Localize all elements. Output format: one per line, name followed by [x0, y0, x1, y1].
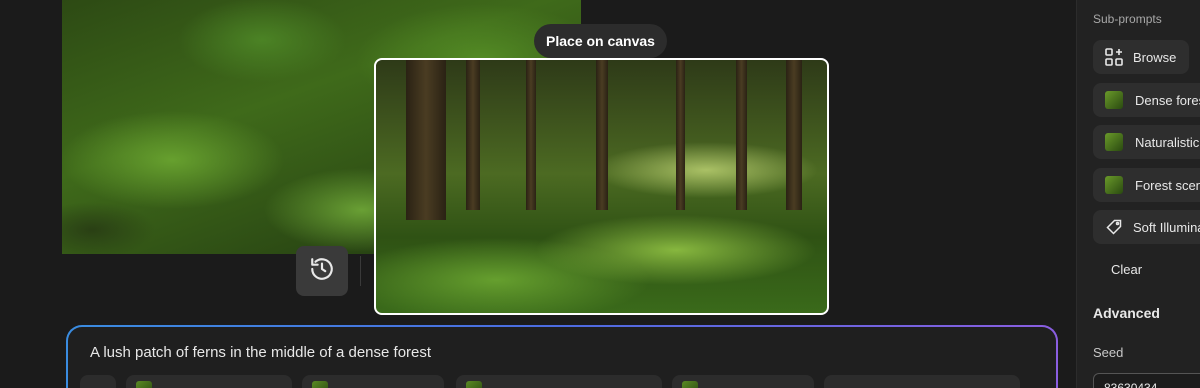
subprompt-item-forest-scene[interactable]: Forest scene: [1093, 168, 1200, 202]
place-on-canvas-button[interactable]: Place on canvas: [534, 24, 667, 58]
chip-soft-illumination[interactable]: [824, 375, 1020, 388]
tree-trunk: [526, 60, 536, 210]
subprompt-label: Dense forest: [1135, 92, 1200, 108]
prompt-input[interactable]: A lush patch of ferns in the middle of a…: [90, 344, 431, 361]
tree-trunk: [466, 60, 480, 210]
clear-button[interactable]: Clear: [1111, 262, 1142, 277]
seed-input[interactable]: [1093, 373, 1200, 388]
history-button[interactable]: [296, 246, 348, 296]
tag-icon: [1105, 218, 1123, 236]
tree-trunk: [676, 60, 685, 210]
advanced-heading[interactable]: Advanced: [1093, 305, 1160, 321]
subprompt-item-soft-illumination[interactable]: Soft Illumination: [1093, 210, 1200, 244]
canvas-area: Place on canvas A lush patch of ferns in…: [0, 0, 1076, 388]
generated-image-selected[interactable]: [374, 58, 829, 315]
subprompt-label: Forest scene: [1135, 177, 1200, 193]
subprompt-item-naturalistic[interactable]: Naturalistic: [1093, 125, 1200, 159]
subprompts-heading: Sub-prompts: [1093, 12, 1162, 26]
subprompt-label: Naturalistic: [1135, 134, 1200, 150]
tree-trunk: [596, 60, 608, 210]
chip-forest[interactable]: [672, 375, 814, 388]
thumbnail: [1105, 91, 1123, 109]
thumbnail: [1105, 133, 1123, 151]
chip-naturalistic[interactable]: [302, 375, 444, 388]
tree-trunk: [786, 60, 802, 210]
subprompt-item-dense-forest[interactable]: Dense forest: [1093, 83, 1200, 117]
thumbnail: [1105, 176, 1123, 194]
chip-dense-forest[interactable]: [126, 375, 292, 388]
chip-tag[interactable]: [80, 375, 116, 388]
prompt-box[interactable]: A lush patch of ferns in the middle of a…: [66, 325, 1058, 388]
history-icon: [309, 256, 335, 287]
browse-button[interactable]: Browse: [1093, 40, 1189, 74]
subprompt-label: Soft Illumination: [1133, 219, 1200, 235]
toolbar-divider: [360, 256, 361, 286]
browse-label: Browse: [1133, 49, 1177, 65]
tree-trunk: [736, 60, 747, 210]
right-panel: Sub-prompts Browse Dense forest Naturali…: [1076, 0, 1200, 388]
tree-trunk: [406, 60, 446, 220]
grid-icon: [1105, 48, 1123, 66]
seed-label: Seed: [1093, 345, 1124, 360]
chip-forest-scene[interactable]: [456, 375, 662, 388]
